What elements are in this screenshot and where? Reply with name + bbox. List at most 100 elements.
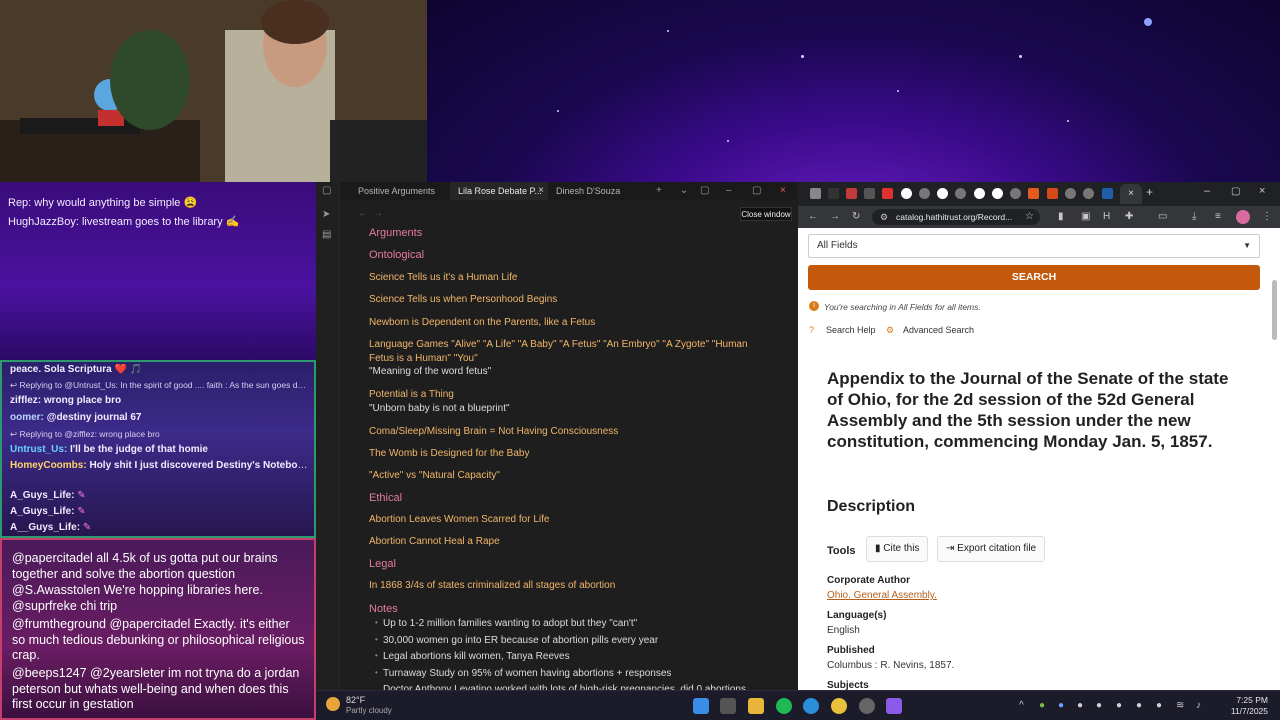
panel-icon[interactable]: ▤ (322, 230, 334, 240)
new-tab-icon[interactable]: + (656, 182, 662, 200)
tray-app-icon[interactable]: ● (1156, 700, 1162, 711)
close-tab-icon[interactable]: × (1120, 184, 1142, 204)
google-icon[interactable] (901, 188, 912, 199)
tab-favicon[interactable] (828, 188, 839, 199)
note-link[interactable]: Science Tells us when Personhood Begins (369, 294, 557, 305)
tray-app-icon[interactable]: ● (1116, 700, 1122, 711)
chrome-icon[interactable] (831, 698, 847, 714)
weather-icon[interactable] (326, 697, 340, 711)
chat-username[interactable]: A_Guys_Life: (10, 490, 74, 501)
note-link[interactable]: Potential is a Thing (369, 389, 454, 400)
sidebar-toggle-icon[interactable]: ▢ (322, 186, 334, 196)
avatar[interactable] (1236, 210, 1250, 224)
chat-username[interactable]: A_Guys_Life: (10, 506, 74, 517)
search-button[interactable]: SEARCH (808, 265, 1260, 290)
layout-icon[interactable]: ▢ (700, 182, 709, 200)
advanced-search-link[interactable]: Advanced Search (903, 325, 974, 335)
note-link[interactable]: Abortion Leaves Women Scarred for Life (369, 514, 549, 525)
scrollbar[interactable] (1272, 280, 1277, 340)
note-link[interactable]: Language Games "Alive" "A Life" "A Baby"… (369, 338, 769, 365)
forward-arrow-icon[interactable]: → (830, 210, 840, 224)
obsidian-icon[interactable] (886, 698, 902, 714)
send-icon[interactable]: ➤ (322, 210, 334, 220)
reload-icon[interactable]: ↻ (852, 210, 860, 224)
search-help-link[interactable]: Search Help (826, 325, 876, 335)
tray-app-icon[interactable]: ● (1058, 700, 1064, 711)
chat-username[interactable]: Untrust_Us: (10, 444, 67, 455)
tab-favicon[interactable] (1010, 188, 1021, 199)
cite-this-button[interactable]: ▮ Cite this (866, 536, 929, 562)
note-link[interactable]: Abortion Cannot Heal a Rape (369, 536, 500, 547)
site-info-icon[interactable]: ⚙ (880, 210, 888, 224)
cast-icon[interactable]: ▭ (1158, 210, 1167, 224)
tab-favicon[interactable] (955, 188, 966, 199)
tray-app-icon[interactable]: ● (1136, 700, 1142, 711)
chat-username[interactable]: @papercitadel (12, 551, 93, 565)
clock-date[interactable]: 11/7/2025 (1228, 706, 1268, 716)
chat-username[interactable]: @beeps1247 (12, 666, 87, 680)
extension-icon[interactable]: H (1103, 210, 1110, 224)
note-link[interactable]: Coma/Sleep/Missing Brain = Not Having Co… (369, 426, 618, 437)
close-window-icon[interactable]: × (780, 182, 786, 200)
bookmark-star-icon[interactable]: ☆ (1025, 210, 1034, 224)
minimize-icon[interactable]: – (1204, 185, 1210, 197)
chat-username[interactable]: @suprfreke (12, 599, 77, 613)
extensions-puzzle-icon[interactable]: ✚ (1125, 210, 1133, 224)
volume-icon[interactable]: ♪ (1196, 700, 1201, 711)
close-tab-icon[interactable]: × (538, 182, 544, 200)
wifi-icon[interactable]: ≋ (1176, 700, 1184, 711)
task-view-icon[interactable] (720, 698, 736, 714)
clock-time[interactable]: 7:25 PM (1228, 695, 1268, 705)
media-icon[interactable]: ≡ (1215, 210, 1221, 224)
download-icon[interactable]: ⤓ (1192, 210, 1196, 224)
export-citation-button[interactable]: ⇥ Export citation file (937, 536, 1046, 562)
tab-favicon[interactable] (810, 188, 821, 199)
extension-icon[interactable]: ▣ (1081, 210, 1090, 224)
tab-favicon[interactable] (1047, 188, 1058, 199)
weather-temp[interactable]: 82°F (346, 695, 365, 705)
note-link[interactable]: The Womb is Designed for the Baby (369, 448, 529, 459)
chevron-down-icon[interactable]: ⌄ (680, 182, 688, 200)
tab-favicon[interactable] (1102, 188, 1113, 199)
corporate-author-link[interactable]: Ohio. General Assembly. (827, 590, 937, 601)
weather-desc[interactable]: Partly cloudy (346, 706, 392, 715)
extension-icon[interactable]: ▮ (1058, 210, 1064, 224)
tab-lila-rose[interactable]: Lila Rose Debate P... × (450, 182, 548, 200)
file-explorer-icon[interactable] (748, 698, 764, 714)
close-window-icon[interactable]: × (1259, 185, 1265, 197)
chat-username[interactable]: oomer: (10, 412, 44, 423)
chat-username[interactable]: @frumtheground (12, 617, 106, 631)
menu-icon[interactable]: ⋮ (1262, 210, 1272, 224)
tab-dinesh-dsouza[interactable]: Dinesh D'Souza (548, 182, 646, 200)
back-arrow-icon[interactable]: ← (808, 210, 818, 224)
tab-favicon[interactable] (846, 188, 857, 199)
spotify-icon[interactable] (776, 698, 792, 714)
maximize-icon[interactable]: ▢ (1231, 186, 1240, 197)
address-bar[interactable]: catalog.hathitrust.org/Record... (872, 209, 1040, 225)
tray-app-icon[interactable]: ● (1096, 700, 1102, 711)
note-link[interactable]: Science Tells us it's a Human Life (369, 272, 517, 283)
chat-username[interactable]: @S.Awasstolen (12, 583, 100, 597)
google-icon[interactable] (992, 188, 1003, 199)
tab-favicon[interactable] (864, 188, 875, 199)
youtube-icon[interactable] (882, 188, 893, 199)
tab-favicon[interactable] (919, 188, 930, 199)
note-link[interactable]: "Active" vs "Natural Capacity" (369, 470, 500, 481)
tray-app-icon[interactable]: ● (1077, 700, 1083, 711)
forward-arrow-icon[interactable]: → (373, 208, 383, 219)
chat-username[interactable]: zifflez: (10, 395, 41, 406)
tab-favicon[interactable] (1028, 188, 1039, 199)
tab-favicon[interactable] (1065, 188, 1076, 199)
tab-favicon[interactable] (1083, 188, 1094, 199)
obs-icon[interactable] (859, 698, 875, 714)
edge-icon[interactable] (803, 698, 819, 714)
start-icon[interactable] (693, 698, 709, 714)
tab-positive-arguments[interactable]: Positive Arguments (350, 182, 448, 200)
minimize-icon[interactable]: – (726, 182, 732, 200)
chat-username[interactable]: HomeyCoombs: (10, 460, 87, 471)
search-field-select[interactable]: All Fields ▼ (808, 234, 1260, 258)
note-link[interactable]: In 1868 3/4s of states criminalized all … (369, 580, 615, 591)
tray-app-icon[interactable]: ● (1039, 700, 1045, 711)
back-arrow-icon[interactable]: ← (358, 208, 368, 219)
google-icon[interactable] (937, 188, 948, 199)
